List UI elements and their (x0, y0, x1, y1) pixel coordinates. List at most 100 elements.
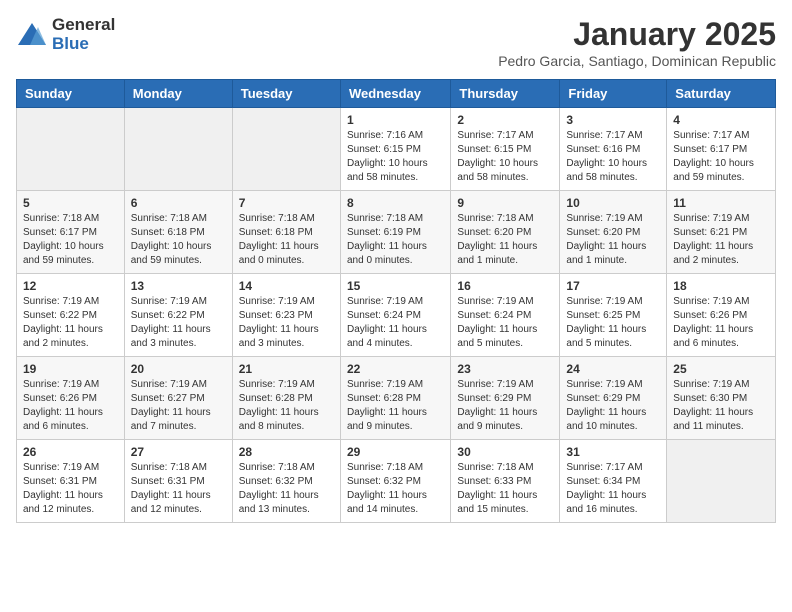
day-number: 28 (239, 445, 334, 459)
calendar-day-cell: 11Sunrise: 7:19 AM Sunset: 6:21 PM Dayli… (667, 191, 776, 274)
calendar-week-row: 19 Sunrise: 7:19 AM Sunset: 6:26 PM Dayli… (17, 357, 776, 440)
logo-general: General (52, 16, 115, 35)
day-info: Sunrise: 7:17 AM Sunset: 6:15 PM Dayligh… (457, 129, 553, 185)
calendar-day-cell: 21 Sunrise: 7:19 AM Sunset: 6:28 PM Dayli… (232, 357, 340, 440)
day-info: Sunrise: 7:19 AM Sunset: 6:20 PM Dayligh… (566, 212, 660, 268)
logo: General Blue (16, 16, 115, 53)
day-number: 15 (347, 279, 444, 293)
calendar-day-header: Friday (560, 80, 667, 108)
day-number: 22 (347, 362, 444, 376)
day-number: 18 (673, 279, 769, 293)
calendar-day-cell: 28 Sunrise: 7:18 AM Sunset: 6:32 PM Dayli… (232, 440, 340, 523)
day-number: 16 (457, 279, 553, 293)
day-number: 25 (673, 362, 769, 376)
calendar-day-cell: 6Sunrise: 7:18 AM Sunset: 6:18 PM Daylig… (124, 191, 232, 274)
day-info: Sunrise: 7:19 AM Sunset: 6:26 PM Dayligh… (23, 378, 118, 434)
calendar-day-cell: 9Sunrise: 7:18 AM Sunset: 6:20 PM Daylig… (451, 191, 560, 274)
calendar-day-cell: 3 Sunrise: 7:17 AM Sunset: 6:16 PM Daylig… (560, 108, 667, 191)
day-number: 7 (239, 196, 334, 210)
day-info: Sunrise: 7:19 AM Sunset: 6:25 PM Dayligh… (566, 295, 660, 351)
calendar-day-cell: 1 Sunrise: 7:16 AM Sunset: 6:15 PM Daylig… (340, 108, 450, 191)
day-number: 19 (23, 362, 118, 376)
day-info: Sunrise: 7:18 AM Sunset: 6:18 PM Dayligh… (239, 212, 334, 268)
calendar-day-cell: 16 Sunrise: 7:19 AM Sunset: 6:24 PM Dayli… (451, 274, 560, 357)
day-info: Sunrise: 7:19 AM Sunset: 6:24 PM Dayligh… (347, 295, 444, 351)
day-info: Sunrise: 7:19 AM Sunset: 6:24 PM Dayligh… (457, 295, 553, 351)
month-year-title: January 2025 (498, 16, 776, 53)
day-number: 27 (131, 445, 226, 459)
day-info: Sunrise: 7:19 AM Sunset: 6:23 PM Dayligh… (239, 295, 334, 351)
day-info: Sunrise: 7:19 AM Sunset: 6:29 PM Dayligh… (566, 378, 660, 434)
calendar-day-cell: 5 Sunrise: 7:18 AM Sunset: 6:17 PM Daylig… (17, 191, 125, 274)
calendar-day-cell: 20 Sunrise: 7:19 AM Sunset: 6:27 PM Dayli… (124, 357, 232, 440)
day-info: Sunrise: 7:19 AM Sunset: 6:27 PM Dayligh… (131, 378, 226, 434)
calendar-day-header: Wednesday (340, 80, 450, 108)
calendar-day-cell: 29Sunrise: 7:18 AM Sunset: 6:32 PM Dayli… (340, 440, 450, 523)
calendar-week-row: 1 Sunrise: 7:16 AM Sunset: 6:15 PM Daylig… (17, 108, 776, 191)
day-info: Sunrise: 7:18 AM Sunset: 6:19 PM Dayligh… (347, 212, 444, 268)
calendar-week-row: 5 Sunrise: 7:18 AM Sunset: 6:17 PM Daylig… (17, 191, 776, 274)
day-info: Sunrise: 7:18 AM Sunset: 6:18 PM Dayligh… (131, 212, 226, 268)
page-header: General Blue January 2025 Pedro Garcia, … (16, 16, 776, 69)
day-info: Sunrise: 7:19 AM Sunset: 6:29 PM Dayligh… (457, 378, 553, 434)
day-info: Sunrise: 7:17 AM Sunset: 6:17 PM Dayligh… (673, 129, 769, 185)
day-info: Sunrise: 7:19 AM Sunset: 6:22 PM Dayligh… (131, 295, 226, 351)
calendar-day-cell: 30Sunrise: 7:18 AM Sunset: 6:33 PM Dayli… (451, 440, 560, 523)
day-number: 26 (23, 445, 118, 459)
day-info: Sunrise: 7:16 AM Sunset: 6:15 PM Dayligh… (347, 129, 444, 185)
day-number: 31 (566, 445, 660, 459)
day-info: Sunrise: 7:18 AM Sunset: 6:17 PM Dayligh… (23, 212, 118, 268)
calendar-day-cell: 25Sunrise: 7:19 AM Sunset: 6:30 PM Dayli… (667, 357, 776, 440)
day-info: Sunrise: 7:18 AM Sunset: 6:20 PM Dayligh… (457, 212, 553, 268)
day-number: 8 (347, 196, 444, 210)
day-info: Sunrise: 7:19 AM Sunset: 6:26 PM Dayligh… (673, 295, 769, 351)
calendar-day-cell: 26 Sunrise: 7:19 AM Sunset: 6:31 PM Dayli… (17, 440, 125, 523)
calendar-day-cell: 19 Sunrise: 7:19 AM Sunset: 6:26 PM Dayli… (17, 357, 125, 440)
calendar-day-cell (667, 440, 776, 523)
day-number: 14 (239, 279, 334, 293)
calendar-day-cell: 13 Sunrise: 7:19 AM Sunset: 6:22 PM Dayli… (124, 274, 232, 357)
day-number: 20 (131, 362, 226, 376)
calendar-day-cell: 17 Sunrise: 7:19 AM Sunset: 6:25 PM Dayli… (560, 274, 667, 357)
day-number: 5 (23, 196, 118, 210)
logo-icon (16, 21, 48, 49)
day-info: Sunrise: 7:19 AM Sunset: 6:28 PM Dayligh… (239, 378, 334, 434)
calendar-day-cell (17, 108, 125, 191)
day-info: Sunrise: 7:17 AM Sunset: 6:34 PM Dayligh… (566, 461, 660, 517)
day-number: 23 (457, 362, 553, 376)
calendar-day-cell: 31 Sunrise: 7:17 AM Sunset: 6:34 PM Dayli… (560, 440, 667, 523)
day-number: 30 (457, 445, 553, 459)
calendar-header-row: SundayMondayTuesdayWednesdayThursdayFrid… (17, 80, 776, 108)
day-number: 17 (566, 279, 660, 293)
day-info: Sunrise: 7:17 AM Sunset: 6:16 PM Dayligh… (566, 129, 660, 185)
calendar-day-header: Tuesday (232, 80, 340, 108)
day-number: 24 (566, 362, 660, 376)
day-info: Sunrise: 7:19 AM Sunset: 6:28 PM Dayligh… (347, 378, 444, 434)
day-number: 4 (673, 113, 769, 127)
calendar-day-header: Sunday (17, 80, 125, 108)
day-info: Sunrise: 7:19 AM Sunset: 6:21 PM Dayligh… (673, 212, 769, 268)
day-info: Sunrise: 7:19 AM Sunset: 6:22 PM Dayligh… (23, 295, 118, 351)
calendar-week-row: 12 Sunrise: 7:19 AM Sunset: 6:22 PM Dayli… (17, 274, 776, 357)
title-block: January 2025 Pedro Garcia, Santiago, Dom… (498, 16, 776, 69)
day-number: 29 (347, 445, 444, 459)
logo-blue: Blue (52, 35, 115, 54)
day-info: Sunrise: 7:18 AM Sunset: 6:32 PM Dayligh… (239, 461, 334, 517)
calendar-day-cell: 12 Sunrise: 7:19 AM Sunset: 6:22 PM Dayli… (17, 274, 125, 357)
calendar-day-cell: 18 Sunrise: 7:19 AM Sunset: 6:26 PM Dayli… (667, 274, 776, 357)
day-info: Sunrise: 7:19 AM Sunset: 6:31 PM Dayligh… (23, 461, 118, 517)
day-number: 12 (23, 279, 118, 293)
day-number: 13 (131, 279, 226, 293)
calendar-day-header: Thursday (451, 80, 560, 108)
day-number: 21 (239, 362, 334, 376)
calendar-week-row: 26 Sunrise: 7:19 AM Sunset: 6:31 PM Dayli… (17, 440, 776, 523)
day-number: 1 (347, 113, 444, 127)
calendar-day-cell: 15 Sunrise: 7:19 AM Sunset: 6:24 PM Dayli… (340, 274, 450, 357)
calendar-day-cell: 27Sunrise: 7:18 AM Sunset: 6:31 PM Dayli… (124, 440, 232, 523)
calendar-day-cell: 8 Sunrise: 7:18 AM Sunset: 6:19 PM Daylig… (340, 191, 450, 274)
calendar-day-cell (124, 108, 232, 191)
calendar-day-cell: 24 Sunrise: 7:19 AM Sunset: 6:29 PM Dayli… (560, 357, 667, 440)
calendar-day-header: Saturday (667, 80, 776, 108)
day-number: 3 (566, 113, 660, 127)
day-number: 10 (566, 196, 660, 210)
